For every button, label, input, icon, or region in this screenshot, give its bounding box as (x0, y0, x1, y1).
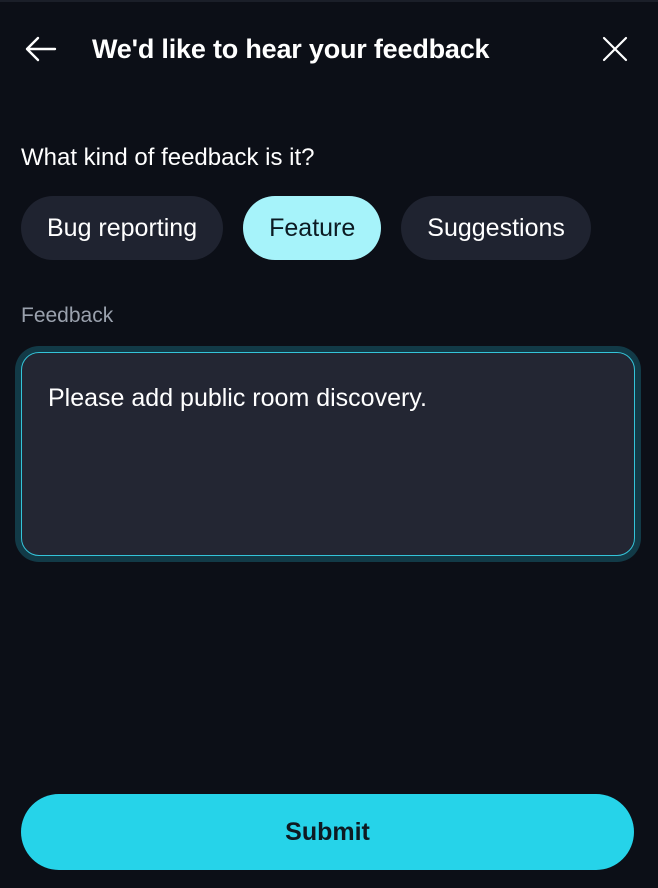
feedback-field-label: Feedback (21, 304, 114, 327)
back-button[interactable] (22, 32, 58, 66)
chip-suggestions[interactable]: Suggestions (401, 196, 591, 260)
feedback-type-chips: Bug reporting Feature Suggestions (21, 196, 591, 260)
close-icon (602, 36, 628, 62)
feedback-dialog: We'd like to hear your feedback What kin… (0, 0, 658, 888)
dialog-title: We'd like to hear your feedback (92, 34, 490, 64)
chip-bug-reporting[interactable]: Bug reporting (21, 196, 224, 260)
feedback-textarea[interactable]: Please add public room discovery. (21, 352, 635, 556)
chip-feature[interactable]: Feature (243, 196, 382, 260)
arrow-left-icon (25, 36, 57, 62)
submit-button[interactable]: Submit (21, 794, 634, 870)
feedback-textarea-focus-ring: Please add public room discovery. (15, 346, 641, 562)
feedback-type-question: What kind of feedback is it? (21, 144, 315, 171)
dialog-header: We'd like to hear your feedback (0, 2, 658, 94)
close-button[interactable] (598, 32, 632, 66)
